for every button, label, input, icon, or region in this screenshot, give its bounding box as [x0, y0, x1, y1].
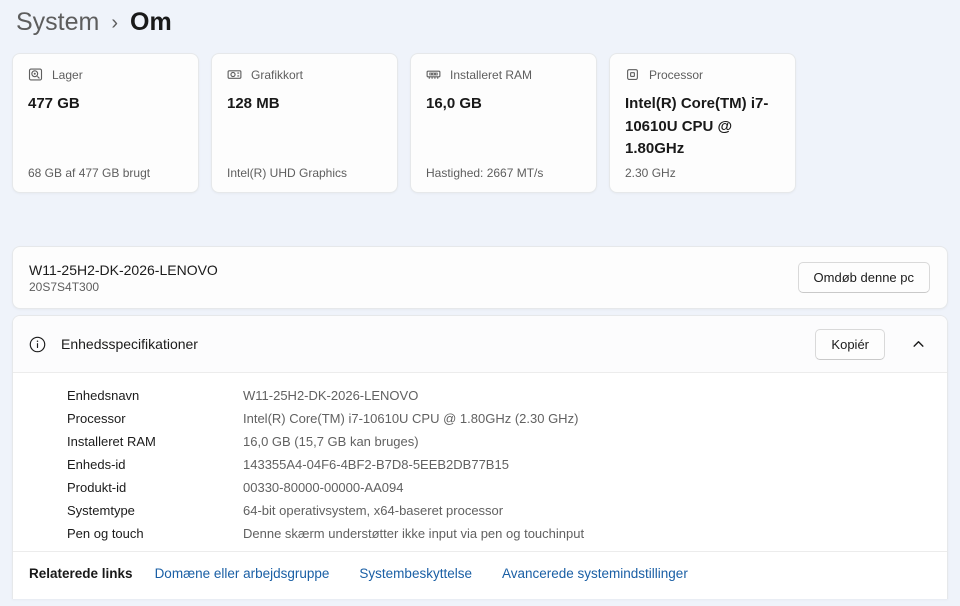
related-links-row: Relaterede links Domæne eller arbejdsgru…: [13, 551, 947, 599]
spec-value: 00330-80000-00000-AA094: [243, 481, 931, 495]
gpu-card-value: 128 MB: [227, 93, 382, 116]
link-system-protection[interactable]: Systembeskyttelse: [359, 566, 472, 581]
spec-value: 64-bit operativsystem, x64-baseret proce…: [243, 504, 931, 518]
gpu-card-caption: Intel(R) UHD Graphics: [227, 166, 382, 180]
cpu-card-header: Processor: [625, 67, 780, 82]
storage-card-label: Lager: [52, 68, 83, 82]
page-title: Om: [130, 8, 172, 37]
device-specs-header[interactable]: Enhedsspecifikationer Kopiér: [13, 316, 947, 373]
storage-card-value: 477 GB: [28, 93, 183, 116]
cpu-card: Processor Intel(R) Core(TM) i7-10610U CP…: [609, 53, 796, 193]
cpu-card-caption: 2.30 GHz: [625, 166, 780, 180]
gpu-card: Grafikkort 128 MB Intel(R) UHD Graphics: [211, 53, 398, 193]
breadcrumb: System › Om: [12, 6, 948, 53]
device-name-panel: W11-25H2-DK-2026-LENOVO 20S7S4T300 Omdøb…: [12, 246, 948, 309]
gpu-card-label: Grafikkort: [251, 68, 303, 82]
ram-icon: [426, 67, 441, 82]
storage-icon: [28, 67, 43, 82]
gpu-icon: [227, 67, 242, 82]
ram-card-value: 16,0 GB: [426, 93, 581, 116]
related-links-label: Relaterede links: [29, 566, 133, 581]
device-specs-actions: Kopiér: [815, 329, 929, 360]
spec-value: W11-25H2-DK-2026-LENOVO: [243, 389, 931, 403]
storage-card: Lager 477 GB 68 GB af 477 GB brugt: [12, 53, 199, 193]
chevron-right-icon: ›: [111, 10, 118, 35]
rename-pc-button[interactable]: Omdøb denne pc: [798, 262, 930, 293]
device-specs-title: Enhedsspecifikationer: [61, 336, 198, 352]
spec-value: Denne skærm understøtter ikke input via …: [243, 527, 931, 541]
spec-label: Installeret RAM: [67, 435, 243, 449]
link-domain-workgroup[interactable]: Domæne eller arbejdsgruppe: [155, 566, 330, 581]
spec-value: 16,0 GB (15,7 GB kan bruges): [243, 435, 931, 449]
ram-card-caption: Hastighed: 2667 MT/s: [426, 166, 581, 180]
spec-value: 143355A4-04F6-4BF2-B7D8-5EEB2DB77B15: [243, 458, 931, 472]
copy-button[interactable]: Kopiér: [815, 329, 885, 360]
spec-label: Processor: [67, 412, 243, 426]
storage-card-header: Lager: [28, 67, 183, 82]
device-specs-expander: Enhedsspecifikationer Kopiér Enhedsnavn …: [12, 315, 948, 599]
info-icon: [29, 336, 46, 353]
ram-card-header: Installeret RAM: [426, 67, 581, 82]
gpu-card-header: Grafikkort: [227, 67, 382, 82]
cpu-card-value: Intel(R) Core(TM) i7-10610U CPU @ 1.80GH…: [625, 93, 780, 161]
device-name-block: W11-25H2-DK-2026-LENOVO 20S7S4T300: [29, 262, 218, 294]
settings-about-page: System › Om Lager 477 GB 68 GB af 477 GB…: [0, 0, 960, 599]
spec-value: Intel(R) Core(TM) i7-10610U CPU @ 1.80GH…: [243, 412, 931, 426]
cpu-icon: [625, 67, 640, 82]
link-advanced-system-settings[interactable]: Avancerede systemindstillinger: [502, 566, 688, 581]
device-name: W11-25H2-DK-2026-LENOVO: [29, 262, 218, 278]
spec-label: Pen og touch: [67, 527, 243, 541]
spec-label: Systemtype: [67, 504, 243, 518]
storage-card-caption: 68 GB af 477 GB brugt: [28, 166, 183, 180]
spec-label: Enhedsnavn: [67, 389, 243, 403]
breadcrumb-system[interactable]: System: [16, 8, 99, 37]
summary-cards: Lager 477 GB 68 GB af 477 GB brugt Grafi…: [12, 53, 948, 193]
device-model: 20S7S4T300: [29, 280, 218, 294]
ram-card-label: Installeret RAM: [450, 68, 532, 82]
ram-card: Installeret RAM 16,0 GB Hastighed: 2667 …: [410, 53, 597, 193]
spec-label: Enheds-id: [67, 458, 243, 472]
device-specs-table: Enhedsnavn W11-25H2-DK-2026-LENOVO Proce…: [13, 373, 947, 551]
cpu-card-label: Processor: [649, 68, 703, 82]
spec-label: Produkt-id: [67, 481, 243, 495]
chevron-up-icon[interactable]: [908, 334, 929, 355]
